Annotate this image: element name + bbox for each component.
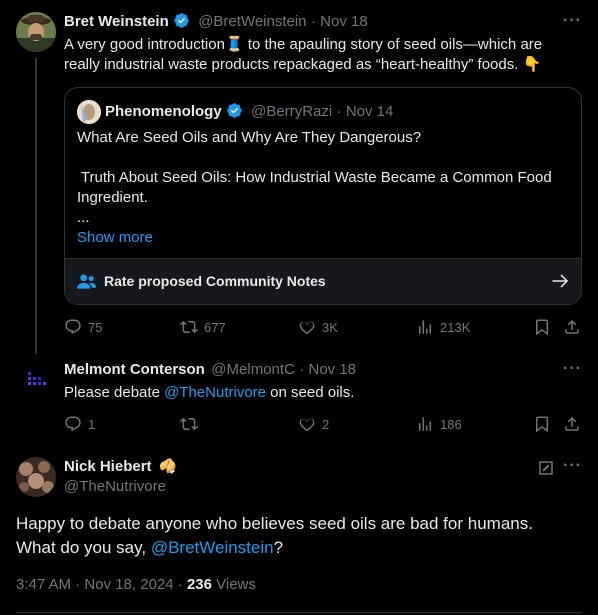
community-notes-label: Rate proposed Community Notes (104, 273, 326, 289)
main-author-name[interactable]: Nick Hiebert (64, 458, 152, 475)
quote-author-handle: @BerryRazi (251, 103, 333, 120)
main-author-handle[interactable]: @TheNutrivore (64, 478, 166, 495)
author-handle[interactable]: @BretWeinstein (198, 13, 306, 30)
thread-emoji-icon: 🧵 (224, 36, 244, 53)
bookmark-icon[interactable] (533, 318, 551, 341)
share-icon[interactable] (563, 318, 581, 341)
reply-button[interactable]: 1 (64, 415, 95, 433)
community-notes-icon (77, 273, 97, 296)
tweet1-header: Bret Weinstein @BretWeinstein · Nov 18 (64, 12, 368, 34)
tweet1-text: A very good introduction🧵 to the apaulin… (64, 36, 543, 73)
views-count: 236 (186, 576, 212, 593)
divider (16, 612, 582, 613)
thread-line (35, 58, 37, 354)
repost-icon (180, 417, 198, 431)
avatar-bret[interactable] (16, 12, 56, 52)
reply-icon (65, 319, 81, 335)
repost-icon (180, 320, 198, 334)
bookmark-icon[interactable] (533, 415, 551, 438)
main-tweet-meta: 3:47 AM · Nov 18, 2024 · 236 Views (16, 576, 256, 593)
reply-icon (65, 416, 81, 432)
timestamp[interactable]: 3:47 AM · Nov 18, 2024 · (16, 576, 187, 593)
repost-button[interactable]: 677 (180, 318, 226, 336)
community-notes-bar[interactable]: Rate proposed Community Notes (65, 258, 581, 304)
views-button[interactable]: 213K (416, 318, 470, 336)
quoted-tweet-card[interactable]: Phenomenology @BerryRazi · Nov 14 What A… (64, 87, 582, 305)
avatar-nick[interactable] (16, 457, 56, 497)
reply-button[interactable]: 75 (64, 318, 102, 336)
pointing-down-emoji-icon: 👇 (522, 56, 542, 73)
views-label: Views (211, 576, 256, 593)
quote-header: Phenomenology @BerryRazi · Nov 14 (105, 102, 393, 124)
like-button[interactable]: 3K (298, 318, 338, 336)
show-more-link[interactable]: Show more (77, 228, 572, 248)
arrow-right-icon (551, 272, 569, 295)
author-name[interactable]: Melmont Conterson (64, 361, 205, 378)
avatar-melmont[interactable] (16, 360, 56, 400)
like-button[interactable]: 2 (298, 415, 329, 433)
quote-author-name: Phenomenology (105, 103, 222, 120)
repost-button[interactable] (180, 415, 204, 433)
views-button[interactable]: 186 (416, 415, 462, 433)
grok-icon[interactable] (537, 459, 555, 482)
share-icon[interactable] (563, 415, 581, 438)
more-options-icon[interactable]: ··· (563, 457, 582, 475)
mention-link[interactable]: @BretWeinstein (151, 538, 274, 557)
author-handle[interactable]: @MelmontC (211, 361, 295, 378)
tweet-date[interactable]: · Nov 18 (311, 13, 368, 30)
tweet2-text: Please debate @TheNutrivore on seed oils… (64, 384, 355, 401)
more-options-icon[interactable]: ··· (563, 360, 582, 378)
analytics-icon (419, 417, 431, 431)
analytics-icon (419, 320, 431, 334)
more-options-icon[interactable]: ··· (563, 12, 582, 30)
quote-date: · Nov 14 (336, 103, 394, 120)
quote-text: What Are Seed Oils and Why Are They Dang… (77, 128, 572, 248)
verified-badge-icon (173, 12, 190, 34)
main-author-name-row: Nick Hiebert 🥠 (64, 458, 176, 476)
mention-link[interactable]: @TheNutrivore (164, 384, 266, 401)
heart-icon (299, 418, 315, 432)
verified-badge-icon (226, 102, 243, 124)
heart-icon (299, 321, 315, 335)
tweet-date[interactable]: · Nov 18 (299, 361, 356, 378)
tweet2-header: Melmont Conterson @MelmontC · Nov 18 (64, 361, 356, 379)
avatar-phenomenology (77, 100, 101, 124)
main-tweet-text: Happy to debate anyone who believes seed… (16, 514, 533, 557)
author-name[interactable]: Bret Weinstein (64, 13, 169, 30)
fortune-cookie-emoji-icon: 🥠 (159, 458, 177, 474)
